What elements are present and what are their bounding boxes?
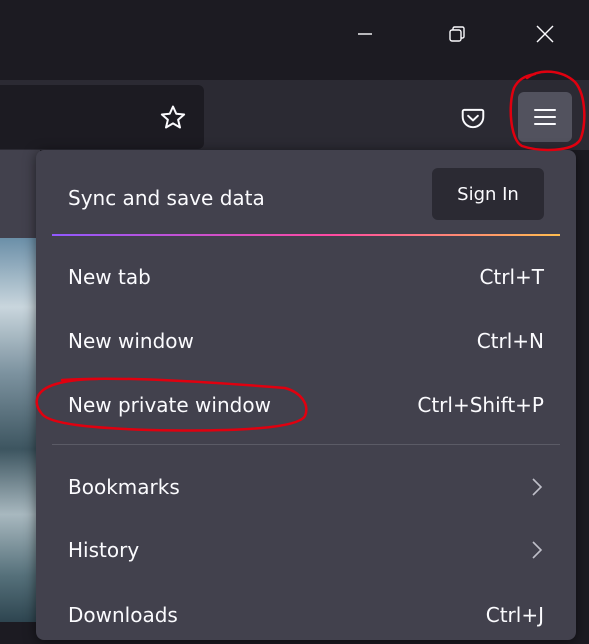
accent-divider <box>52 234 560 236</box>
menu-item-new-tab[interactable]: New tab Ctrl+T <box>52 250 560 306</box>
hamburger-menu-icon <box>534 109 556 125</box>
pocket-icon <box>461 108 485 129</box>
menu-item-label: Bookmarks <box>68 475 180 499</box>
sync-label: Sync and save data <box>68 186 265 210</box>
menu-item-label: Downloads <box>68 603 178 627</box>
menu-item-new-window[interactable]: New window Ctrl+N <box>52 314 560 370</box>
menu-item-downloads[interactable]: Downloads Ctrl+J <box>52 588 560 644</box>
menu-item-label: New tab <box>68 265 151 289</box>
application-menu-panel: Sync and save data Sign In New tab Ctrl+… <box>36 150 576 640</box>
menu-item-shortcut: Ctrl+Shift+P <box>417 393 544 417</box>
menu-item-bookmarks[interactable]: Bookmarks <box>52 460 560 516</box>
minimize-icon <box>358 33 372 35</box>
menu-item-label: History <box>68 538 140 562</box>
bookmarks-toolbar <box>0 150 40 238</box>
menu-item-new-private-window[interactable]: New private window Ctrl+Shift+P <box>52 378 560 434</box>
menu-item-shortcut: Ctrl+N <box>476 329 544 353</box>
restore-icon <box>449 26 465 42</box>
close-button[interactable] <box>522 12 568 56</box>
chevron-right-icon <box>532 478 543 496</box>
menu-item-history[interactable]: History <box>52 523 560 579</box>
menu-item-shortcut: Ctrl+T <box>479 265 544 289</box>
title-bar <box>0 0 589 80</box>
pocket-button[interactable] <box>452 97 494 139</box>
web-page-content <box>0 238 40 622</box>
menu-item-shortcut: Ctrl+J <box>485 603 544 627</box>
minimize-button[interactable] <box>342 12 388 56</box>
chevron-right-icon <box>532 541 543 559</box>
sign-in-label: Sign In <box>457 183 519 205</box>
menu-item-label: New window <box>68 329 194 353</box>
restore-button[interactable] <box>434 12 480 56</box>
menu-separator <box>52 444 560 445</box>
open-application-menu-button[interactable] <box>518 92 572 142</box>
close-icon <box>536 25 554 43</box>
bookmark-page-button[interactable] <box>152 97 194 139</box>
sign-in-button[interactable]: Sign In <box>432 168 544 220</box>
star-icon <box>160 105 186 129</box>
menu-item-label: New private window <box>68 393 271 417</box>
